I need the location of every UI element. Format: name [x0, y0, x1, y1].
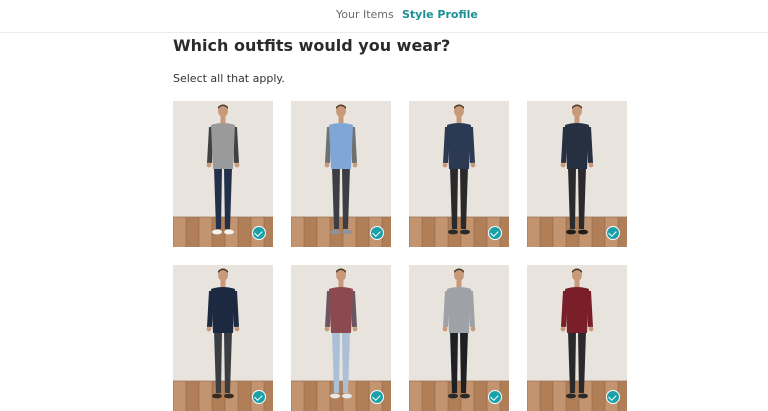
- checkmark-icon[interactable]: [252, 390, 266, 404]
- quiz-instruction: Select all that apply.: [173, 72, 285, 85]
- outfit-card-8[interactable]: [527, 265, 627, 411]
- checkmark-icon[interactable]: [252, 226, 266, 240]
- outfit-card-1[interactable]: [173, 101, 273, 247]
- nav-style-profile[interactable]: Style Profile: [402, 8, 478, 22]
- checkmark-icon[interactable]: [488, 390, 502, 404]
- outfit-card-5[interactable]: [173, 265, 273, 411]
- quiz-question: Which outfits would you wear?: [173, 36, 451, 55]
- checkmark-icon[interactable]: [370, 226, 384, 240]
- top-navigation: Your Items Style Profile: [0, 0, 768, 33]
- outfit-card-2[interactable]: [291, 101, 391, 247]
- checkmark-icon[interactable]: [488, 226, 502, 240]
- checkmark-icon[interactable]: [370, 390, 384, 404]
- checkmark-icon[interactable]: [606, 226, 620, 240]
- outfit-card-4[interactable]: [527, 101, 627, 247]
- outfit-card-6[interactable]: [291, 265, 391, 411]
- nav-your-items[interactable]: Your Items: [336, 8, 394, 22]
- checkmark-icon[interactable]: [606, 390, 620, 404]
- outfit-card-7[interactable]: [409, 265, 509, 411]
- outfit-card-3[interactable]: [409, 101, 509, 247]
